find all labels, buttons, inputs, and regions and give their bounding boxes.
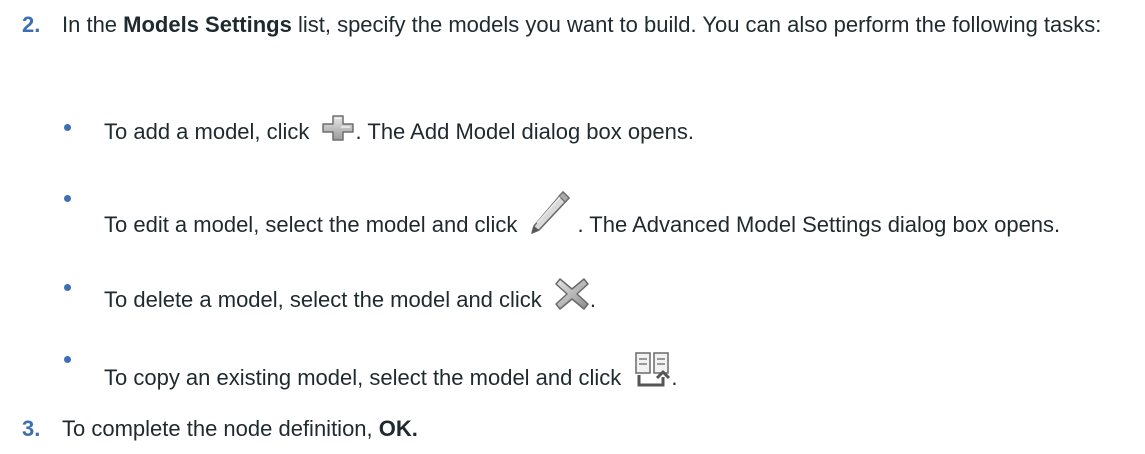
step-text-before: To complete the node definition, xyxy=(62,416,379,441)
bullet-dot xyxy=(64,284,71,291)
bullet-text-after: . xyxy=(671,365,678,390)
step-text-after: list, specify the models you want to bui… xyxy=(291,12,1102,37)
pencil-icon[interactable] xyxy=(527,190,571,238)
bullet-text: To edit a model, select the model and cl… xyxy=(104,184,1125,240)
step-text-bold: Models Settings xyxy=(123,12,292,37)
bullet-text: To copy an existing model, select the mo… xyxy=(104,345,1125,393)
delete-icon[interactable] xyxy=(554,277,590,311)
step-text-before: In the xyxy=(62,12,124,37)
bullet-dot xyxy=(64,124,71,131)
add-icon[interactable] xyxy=(321,115,354,141)
bullet-text-before: To add a model, click xyxy=(104,119,316,144)
step-text: In the Models Settings list, specify the… xyxy=(62,10,1135,40)
bullet-text-after: . The Add Model dialog box opens. xyxy=(355,119,694,144)
step-number: 3. xyxy=(22,416,41,441)
bullet-text: To delete a model, select the model and … xyxy=(104,273,1125,315)
bullet-dot xyxy=(64,356,71,363)
bullet-text-after: . The Advanced Model Settings dialog box… xyxy=(577,212,1061,237)
bullet-dot xyxy=(64,195,71,202)
bullet-text: To add a model, click . The Add Model di… xyxy=(104,113,1125,147)
step-text-bold: OK. xyxy=(378,416,418,441)
document-page: 2. In the Models Settings list, specify … xyxy=(0,0,1145,454)
step-text: To complete the node definition, OK. xyxy=(62,414,1135,444)
bullet-text-before: To copy an existing model, select the mo… xyxy=(104,365,628,390)
bullet-text-after: . xyxy=(589,287,597,312)
step-number: 2. xyxy=(22,12,41,37)
copy-icon[interactable] xyxy=(633,351,671,391)
bullet-text-before: To delete a model, select the model and … xyxy=(104,287,548,312)
bullet-text-before: To edit a model, select the model and cl… xyxy=(104,212,524,237)
